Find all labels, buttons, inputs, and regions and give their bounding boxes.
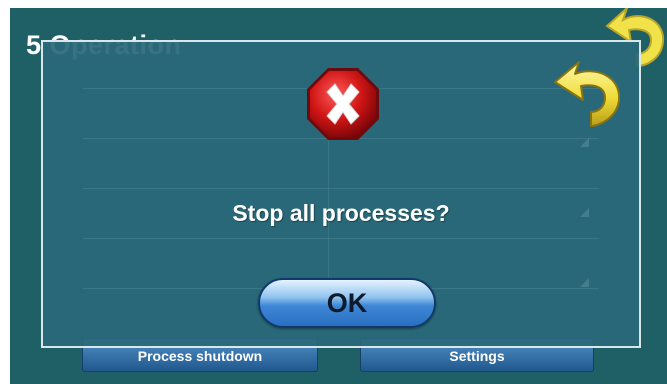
back-arrow-icon[interactable]	[549, 56, 625, 130]
ok-button[interactable]: OK	[258, 278, 436, 328]
confirmation-dialog: Stop all processes? OK	[41, 40, 641, 348]
ghost-corner-icon	[580, 278, 589, 287]
ghost-divider	[83, 188, 599, 189]
confirmation-message: Stop all processes?	[232, 200, 450, 226]
ghost-corner-icon	[580, 138, 589, 147]
error-octagon-x-icon	[307, 68, 379, 140]
ghost-divider	[83, 238, 599, 239]
